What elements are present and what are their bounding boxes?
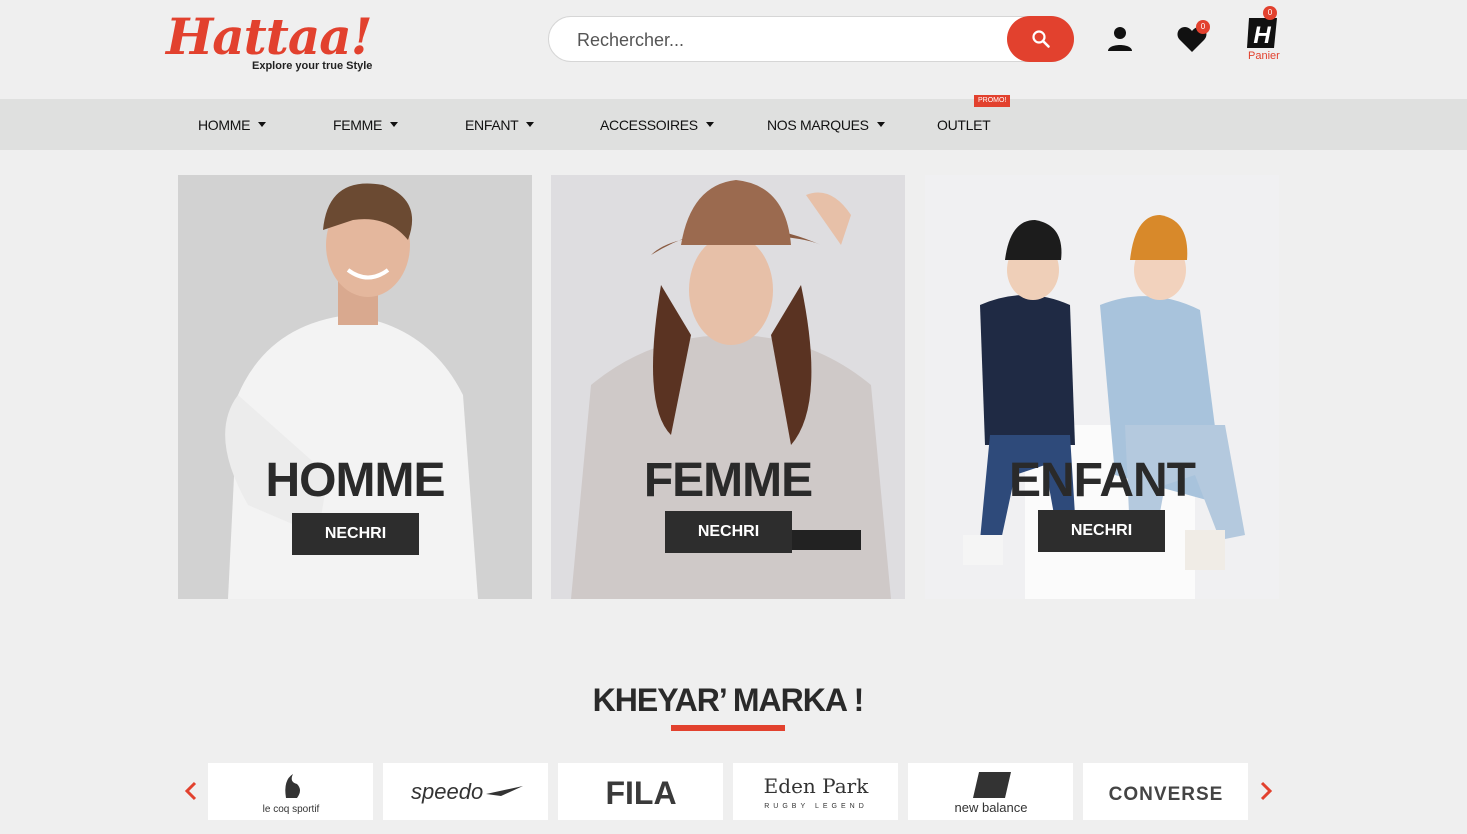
nav-item-accessoires[interactable]: ACCESSOIRES: [600, 99, 714, 150]
nav-item-label: ACCESSOIRES: [600, 116, 698, 133]
shop-femme-button[interactable]: NECHRI: [665, 511, 792, 553]
caret-down-icon: [876, 122, 885, 127]
brand-name: FILA: [605, 775, 676, 811]
edenpark-logo: Eden Park RUGBY LEGEND: [763, 774, 869, 810]
converse-logo: CONVERSE: [1108, 784, 1223, 805]
brands-prev-button[interactable]: [183, 780, 199, 802]
promo-badge: PROMO!: [974, 95, 1011, 107]
caret-down-icon: [390, 122, 399, 127]
caret-down-icon: [526, 122, 535, 127]
site-header: Hattaa! Explore your true Style 0 H 0 Pa…: [0, 0, 1467, 99]
cart-count-badge: 0: [1263, 6, 1277, 20]
brands-section-title: KHEYAR’ MARKA !: [592, 682, 865, 718]
logo-wordmark: Hattaa!: [166, 7, 373, 66]
fila-logo: FILA: [605, 775, 676, 811]
nav-item-enfant[interactable]: ENFANT: [465, 99, 535, 150]
search-bar: [548, 16, 1074, 62]
brand-logo-newbalance[interactable]: new balance: [908, 763, 1073, 820]
cart-label: Panier: [1248, 50, 1280, 62]
category-title: FEMME: [643, 454, 813, 507]
brand-name: speedo: [411, 779, 483, 804]
brand-name: new balance: [954, 800, 1027, 815]
brands-next-button[interactable]: [1258, 780, 1274, 802]
caret-down-icon: [258, 122, 267, 127]
newbalance-logo: new balance: [954, 771, 1027, 815]
chevron-left-icon: [184, 781, 197, 801]
brand-logo-lecoqsportif[interactable]: le coq sportif: [208, 763, 373, 820]
nav-item-label: NOS MARQUES: [767, 116, 869, 133]
title-underline: [671, 725, 785, 731]
nav-item-nos-marques[interactable]: NOS MARQUES: [767, 99, 885, 150]
brand-name: Eden Park: [763, 774, 869, 798]
category-card-homme[interactable]: HOMME NECHRI: [178, 175, 532, 599]
nav-item-homme[interactable]: HOMME: [198, 99, 267, 150]
site-logo[interactable]: Hattaa! Explore your true Style: [166, 8, 376, 74]
search-input[interactable]: [577, 27, 997, 53]
search-icon: [1031, 30, 1050, 48]
main-nav: HOMME FEMME ENFANT ACCESSOIRES NOS MARQU…: [0, 99, 1467, 150]
speedo-logo: speedo: [411, 779, 523, 804]
cart-button[interactable]: H 0 Panier: [1244, 6, 1280, 62]
wishlist-count-badge: 0: [1196, 20, 1210, 34]
brand-logo-speedo[interactable]: speedo: [383, 763, 548, 820]
category-card-enfant[interactable]: ENFANT NECHRI: [925, 175, 1279, 599]
category-card-femme[interactable]: FEMME NECHRI: [551, 175, 905, 599]
brand-subline: RUGBY LEGEND: [764, 803, 868, 810]
brand-logo-fila[interactable]: FILA: [558, 763, 723, 820]
nav-item-label: OUTLET: [937, 116, 991, 133]
brand-name: le coq sportif: [262, 804, 319, 815]
brand-name: CONVERSE: [1108, 784, 1223, 805]
user-icon: [1108, 27, 1132, 51]
lecoqsportif-logo: le coq sportif: [262, 773, 319, 815]
nav-item-label: ENFANT: [465, 116, 519, 133]
caret-down-icon: [705, 122, 714, 127]
chevron-right-icon: [1260, 781, 1273, 801]
svg-text:H: H: [1253, 22, 1271, 49]
shop-homme-button[interactable]: NECHRI: [292, 513, 419, 555]
brand-logo-edenpark[interactable]: Eden Park RUGBY LEGEND: [733, 763, 898, 820]
account-button[interactable]: [1105, 24, 1135, 54]
nav-item-label: HOMME: [198, 116, 251, 133]
category-title: ENFANT: [1009, 454, 1196, 507]
category-title: HOMME: [265, 454, 446, 507]
nav-item-label: FEMME: [333, 116, 383, 133]
logo-tagline: Explore your true Style: [252, 60, 373, 72]
nav-item-femme[interactable]: FEMME: [333, 99, 399, 150]
brand-logo-converse[interactable]: CONVERSE: [1083, 763, 1248, 820]
shop-enfant-button[interactable]: NECHRI: [1038, 510, 1165, 552]
wishlist-button[interactable]: 0: [1175, 20, 1210, 56]
search-button[interactable]: [1007, 16, 1074, 62]
